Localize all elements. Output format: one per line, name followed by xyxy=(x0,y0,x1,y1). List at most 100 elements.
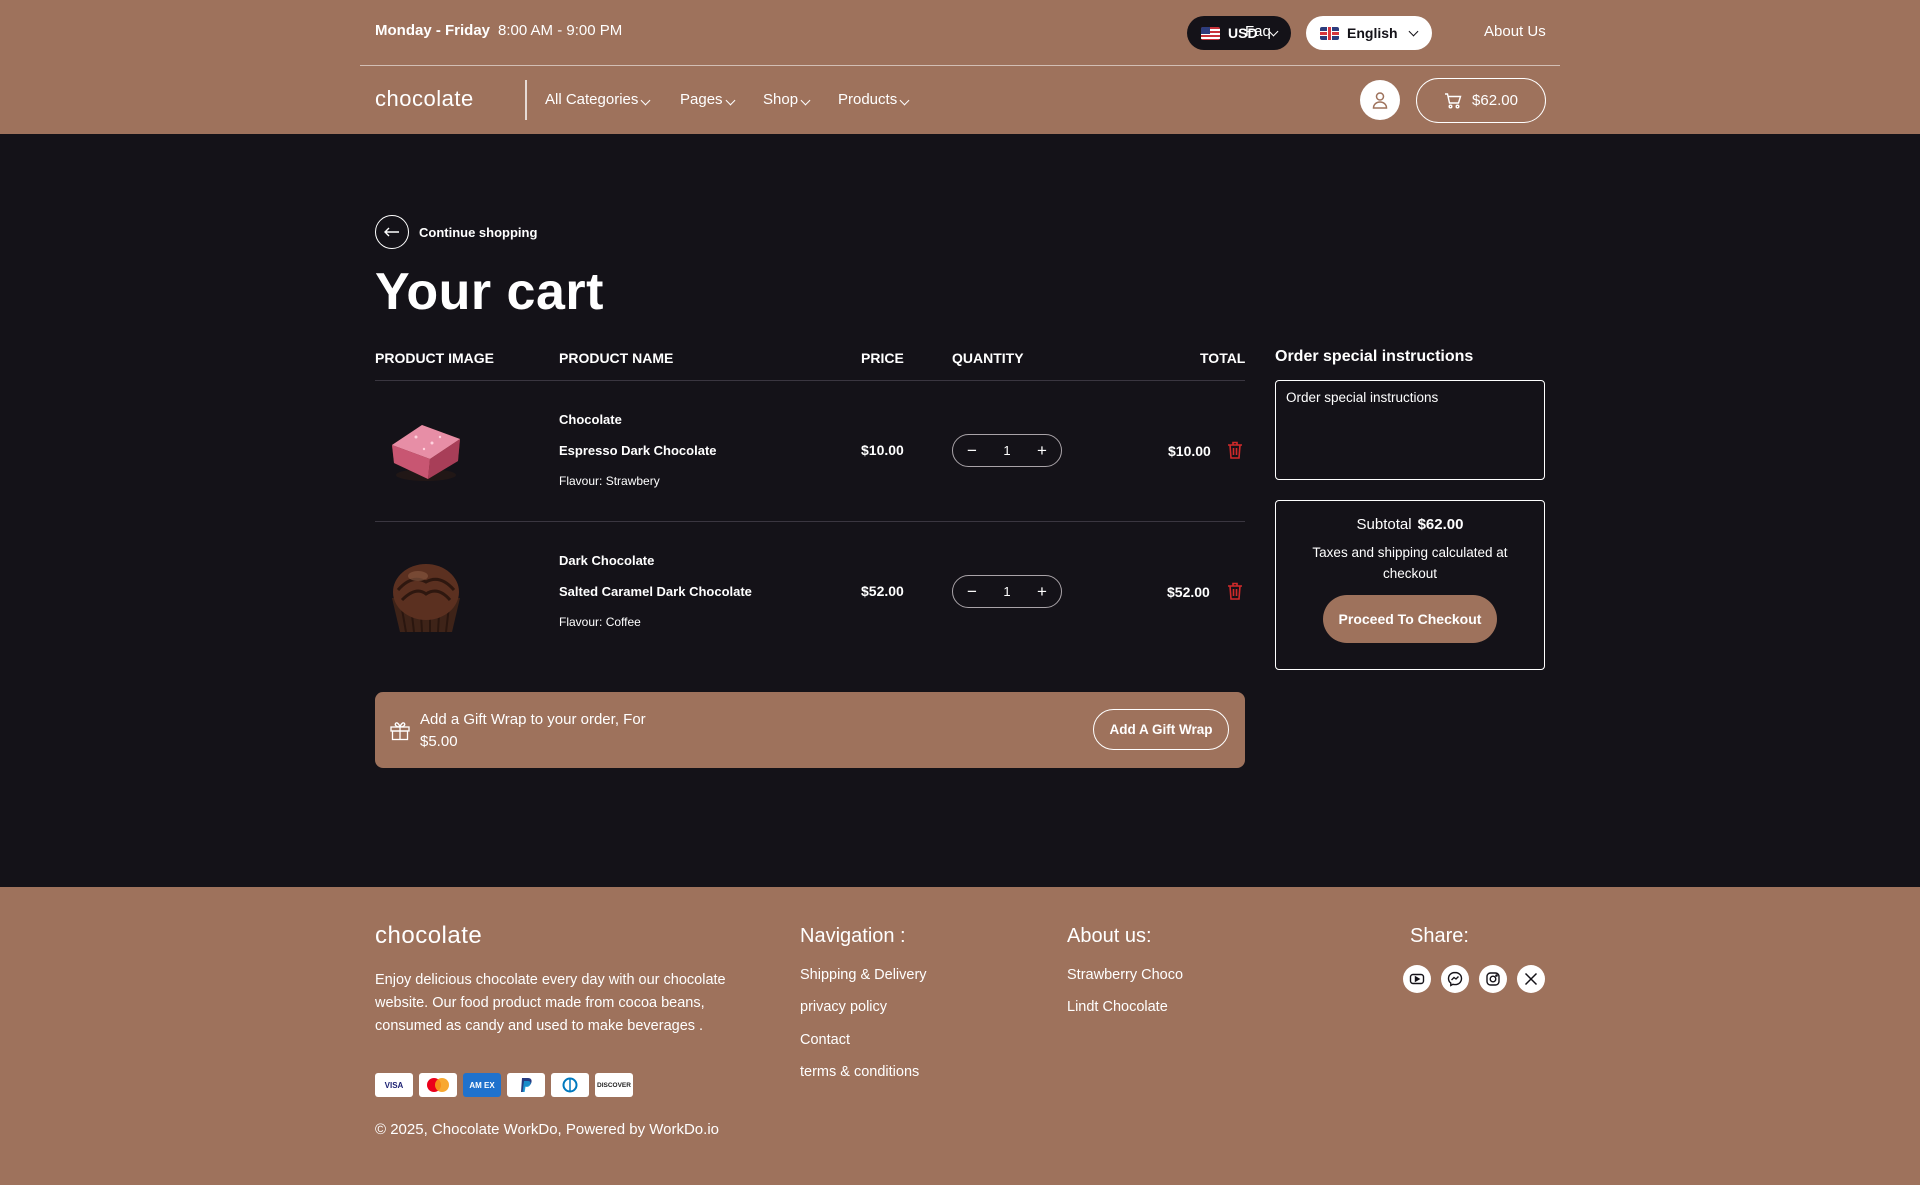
quantity-value[interactable]: 1 xyxy=(1003,584,1010,599)
gift-wrap-banner: Add a Gift Wrap to your order, For $5.00… xyxy=(375,692,1245,768)
line-total: $52.00 xyxy=(1167,584,1210,600)
payment-methods: VISA AM EX DISCOVER xyxy=(375,1073,633,1097)
product-price: $52.00 xyxy=(861,583,904,599)
navigation-heading: Navigation : xyxy=(800,925,906,947)
footer-link-strawberry-choco[interactable]: Strawberry Choco xyxy=(1067,967,1183,983)
subtotal-line: Subtotal $62.00 xyxy=(1276,516,1544,533)
footer-link-shipping[interactable]: Shipping & Delivery xyxy=(800,967,927,983)
nav-divider xyxy=(525,80,527,120)
site-logo[interactable]: chocolate xyxy=(375,86,474,112)
top-bar: Monday - Friday 8:00 AM - 9:00 PM USD Eng… xyxy=(360,0,1560,66)
table-divider xyxy=(375,521,1245,522)
product-name[interactable]: Salted Caramel Dark Chocolate xyxy=(559,584,752,599)
product-flavour: Flavour: Strawbery xyxy=(559,474,660,488)
uk-flag-icon xyxy=(1320,26,1339,40)
instructions-textarea[interactable]: Order special instructions xyxy=(1275,380,1545,480)
language-label: English xyxy=(1347,25,1398,41)
product-price: $10.00 xyxy=(861,442,904,458)
chevron-down-icon xyxy=(1408,26,1419,36)
product-category: Chocolate xyxy=(559,412,622,427)
language-selector[interactable]: English xyxy=(1306,16,1432,50)
order-summary: Subtotal $62.00 Taxes and shipping calcul… xyxy=(1275,500,1545,670)
continue-shopping-link[interactable]: Continue shopping xyxy=(375,215,537,249)
copyright: © 2025, Chocolate WorkDo, Powered by Wor… xyxy=(375,1121,719,1138)
table-divider xyxy=(375,380,1245,381)
nav-item-all-categories[interactable]: All Categories xyxy=(545,91,651,108)
continue-shopping-label: Continue shopping xyxy=(419,224,538,240)
visa-card-icon: VISA xyxy=(375,1073,413,1097)
product-image-truffle xyxy=(392,564,460,633)
quantity-value[interactable]: 1 xyxy=(1003,443,1010,458)
page-title: Your cart xyxy=(375,263,604,321)
footer-link-privacy[interactable]: privacy policy xyxy=(800,999,887,1015)
flavour-value: Strawbery xyxy=(605,474,660,488)
product-flavour: Flavour: Coffee xyxy=(559,615,641,629)
product-category: Dark Chocolate xyxy=(559,553,655,568)
nav-item-label: Pages xyxy=(680,91,723,108)
minus-icon[interactable]: − xyxy=(967,582,977,602)
footer-logo[interactable]: chocolate xyxy=(375,922,482,950)
plus-icon[interactable]: + xyxy=(1037,582,1047,602)
amex-card-icon: AM EX xyxy=(463,1073,501,1097)
minus-icon[interactable]: − xyxy=(967,441,977,461)
subtotal-value: $62.00 xyxy=(1417,516,1464,533)
business-days: Monday - Friday xyxy=(375,22,491,39)
chevron-down-icon xyxy=(800,95,811,106)
cart-button[interactable]: $62.00 xyxy=(1416,78,1546,123)
taxes-note: Taxes and shipping calculated at checkou… xyxy=(1312,545,1508,581)
nav-item-label: All Categories xyxy=(545,91,639,108)
paypal-card-icon xyxy=(507,1073,545,1097)
trash-icon[interactable] xyxy=(1227,582,1243,600)
header-price: PRICE xyxy=(861,350,904,366)
currency-selector[interactable]: USD xyxy=(1187,16,1291,50)
chevron-down-icon xyxy=(640,95,651,106)
gift-wrap-text: Add a Gift Wrap to your order, For $5.00 xyxy=(420,711,646,750)
messenger-icon[interactable] xyxy=(1441,965,1469,993)
product-image-strawberry-cube xyxy=(392,425,460,481)
chevron-down-icon xyxy=(899,95,910,106)
mastercard-card-icon xyxy=(419,1073,457,1097)
user-icon xyxy=(1372,92,1388,109)
account-button[interactable] xyxy=(1360,80,1400,120)
product-name[interactable]: Espresso Dark Chocolate xyxy=(559,443,717,458)
instructions-title: Order special instructions xyxy=(1275,348,1474,365)
discover-card-icon: DISCOVER xyxy=(595,1073,633,1097)
footer-link-terms[interactable]: terms & conditions xyxy=(800,1064,919,1080)
gift-icon xyxy=(390,722,410,741)
proceed-to-checkout-button[interactable]: Proceed To Checkout xyxy=(1323,595,1497,643)
instagram-icon[interactable] xyxy=(1479,965,1507,993)
site-footer: chocolate Enjoy delicious chocolate ever… xyxy=(0,887,1920,1185)
footer-link-contact[interactable]: Contact xyxy=(800,1032,850,1048)
share-heading: Share: xyxy=(1410,925,1469,947)
footer-link-lindt-chocolate[interactable]: Lindt Chocolate xyxy=(1067,999,1168,1015)
quantity-stepper[interactable]: − 1 + xyxy=(952,575,1062,608)
diners-card-icon xyxy=(551,1073,589,1097)
faq-link[interactable]: Faq xyxy=(1245,23,1271,40)
youtube-icon[interactable] xyxy=(1403,965,1431,993)
chevron-down-icon xyxy=(725,95,735,106)
flavour-label: Flavour: xyxy=(559,615,603,629)
arrow-left-icon xyxy=(375,215,409,249)
add-gift-wrap-button[interactable]: Add A Gift Wrap xyxy=(1093,709,1229,750)
header-quantity: QUANTITY xyxy=(952,350,1024,366)
quantity-stepper[interactable]: − 1 + xyxy=(952,434,1062,467)
plus-icon[interactable]: + xyxy=(1037,441,1047,461)
header-product-image: PRODUCT IMAGE xyxy=(375,350,494,366)
site-header: Monday - Friday 8:00 AM - 9:00 PM USD Eng… xyxy=(0,0,1920,134)
nav-item-label: Products xyxy=(838,91,898,108)
header-total: TOTAL xyxy=(1200,350,1246,366)
nav-item-pages[interactable]: Pages xyxy=(680,91,735,108)
footer-description: Enjoy delicious chocolate every day with… xyxy=(375,972,726,1034)
line-total: $10.00 xyxy=(1168,443,1211,459)
nav-item-products[interactable]: Products xyxy=(838,91,910,108)
x-twitter-icon[interactable] xyxy=(1517,965,1545,993)
nav-item-shop[interactable]: Shop xyxy=(763,91,811,108)
nav-item-label: Shop xyxy=(763,91,799,108)
business-hours: Monday - Friday 8:00 AM - 9:00 PM xyxy=(375,22,622,39)
about-heading: About us: xyxy=(1067,925,1152,947)
cart-icon xyxy=(1445,92,1462,108)
us-flag-icon xyxy=(1201,26,1220,40)
flavour-label: Flavour: xyxy=(559,474,603,488)
about-us-link[interactable]: About Us xyxy=(1484,23,1546,40)
trash-icon[interactable] xyxy=(1227,441,1243,459)
